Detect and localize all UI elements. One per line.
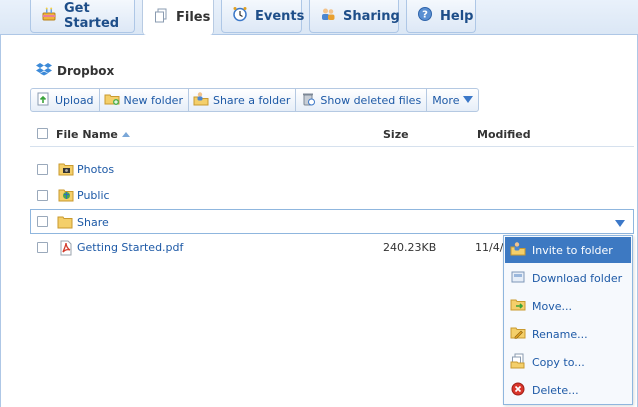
page-title: Dropbox [36,62,114,79]
show-deleted-label: Show deleted files [320,93,422,107]
clock-icon [232,6,248,26]
file-name-link[interactable]: Share [77,216,109,229]
column-file-name[interactable]: File Name [56,128,130,141]
more-button[interactable]: More [426,88,480,112]
menu-item-label: Rename... [532,327,588,341]
column-size[interactable]: Size [383,128,409,141]
file-name-link[interactable]: Public [77,189,110,202]
file-toolbar: Upload New folder Share a folder Show de… [30,88,480,112]
pdf-icon [58,240,74,259]
download-icon [510,269,526,288]
page-title-text: Dropbox [57,63,115,78]
share-folder-button[interactable]: Share a folder [187,88,297,112]
column-file-name-label: File Name [56,128,118,141]
row-checkbox[interactable] [37,216,48,227]
menu-item-download-folder[interactable]: Download folder [505,265,631,291]
file-name-link[interactable]: Photos [77,163,114,176]
files-icon [153,8,169,28]
folder-icon [57,215,73,232]
more-label: More [432,93,460,107]
file-row[interactable]: Public [30,185,634,207]
caret-down-icon [463,94,474,107]
rename-icon [510,325,526,344]
file-row-selected[interactable]: Share [30,209,634,234]
tab-label: Get Started [64,1,120,31]
upload-button[interactable]: Upload [30,88,100,112]
new-folder-icon [104,91,120,110]
delete-icon [510,381,526,400]
tab-events[interactable]: Events [221,0,305,33]
tab-help[interactable]: ? Help [406,0,476,33]
cake-icon [41,6,57,26]
menu-item-label: Copy to... [532,355,585,369]
public-folder-icon [58,188,74,205]
share-folder-label: Share a folder [212,93,291,107]
file-name-link[interactable]: Getting Started.pdf [77,241,183,254]
menu-item-rename[interactable]: Rename... [505,321,631,347]
show-deleted-button[interactable]: Show deleted files [295,88,428,112]
sort-ascending-icon [121,128,130,141]
file-modified: 11/4/ [475,241,504,254]
tab-label: Events [255,8,305,24]
menu-item-label: Invite to folder [532,243,613,257]
row-checkbox[interactable] [37,164,48,175]
svg-text:?: ? [422,10,428,21]
help-icon: ? [417,6,433,26]
menu-item-copy-to[interactable]: Copy to... [505,349,631,375]
tab-sharing[interactable]: Sharing [309,0,400,33]
upload-label: Upload [55,93,94,107]
new-folder-label: New folder [123,93,183,107]
move-icon [510,297,526,316]
tab-bar: Get Started Files Events Sharing ? Help [0,0,638,35]
tab-label: Files [176,10,211,25]
tab-label: Sharing [343,8,400,24]
folder-context-menu: Invite to folder Download folder Move...… [503,235,633,405]
trash-icon [300,91,316,110]
tab-label: Help [440,8,474,24]
upload-icon [35,91,51,110]
menu-item-move[interactable]: Move... [505,293,631,319]
file-size: 240.23KB [383,241,437,254]
column-modified[interactable]: Modified [477,128,531,141]
share-folder-icon [193,91,209,110]
row-actions-caret-icon[interactable] [615,218,625,231]
dropbox-logo-icon [36,62,52,79]
menu-item-label: Download folder [532,271,623,285]
row-checkbox[interactable] [37,242,48,253]
menu-item-invite-to-folder[interactable]: Invite to folder [505,237,631,263]
people-icon [320,6,336,26]
menu-item-label: Delete... [532,383,579,397]
tab-files[interactable]: Files [142,0,214,35]
copy-icon [510,353,526,372]
select-all-checkbox[interactable] [37,128,48,139]
menu-item-label: Move... [532,299,572,313]
file-row[interactable]: Photos [30,159,634,181]
new-folder-button[interactable]: New folder [98,88,189,112]
photo-folder-icon [58,162,74,179]
tab-get-started[interactable]: Get Started [30,0,135,33]
invite-icon [510,241,526,260]
row-checkbox[interactable] [37,190,48,201]
file-list-header: File Name Size Modified [30,124,634,147]
menu-item-delete[interactable]: Delete... [505,377,631,403]
